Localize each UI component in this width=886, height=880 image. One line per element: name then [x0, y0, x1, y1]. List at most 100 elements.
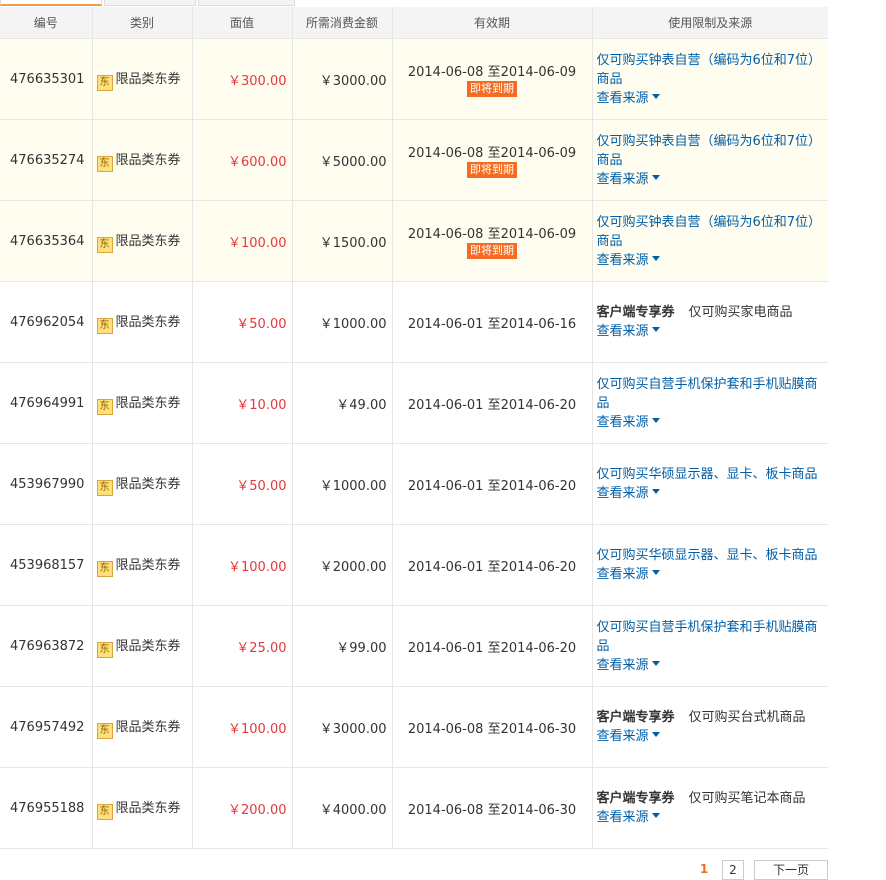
coupon-min-spend: ￥1500.00 [291, 200, 392, 282]
tab-2[interactable] [104, 0, 196, 6]
table-row: 476635301 东限品类东券 ￥300.00 ￥3000.00 2014-06-08… [0, 38, 828, 120]
header-validity: 有效期 [391, 7, 592, 39]
coupon-validity: 2014-06-01 至2014-06-20 [391, 605, 592, 687]
next-page-button[interactable]: 下一页 [754, 860, 828, 880]
coupon-type: 限品类东券 [115, 557, 181, 573]
table-row: 453968157 东限品类东券 ￥100.00 ￥2000.00 2014-06-01… [0, 524, 828, 606]
coupon-validity: 2014-06-08 至2014-06-30 [391, 767, 592, 849]
valid-start: 2014-06-08 [407, 65, 484, 80]
coupon-face-value: ￥100.00 [191, 524, 292, 606]
expiring-badge: 即将到期 [467, 162, 517, 178]
valid-end: 2014-06-16 [500, 316, 577, 332]
coupon-type-cell: 东限品类东券 [91, 767, 192, 849]
valid-start: 2014-06-01 [407, 559, 484, 575]
coupon-type-cell: 东限品类东券 [91, 38, 192, 120]
jd-coupon-icon: 东 [96, 317, 113, 334]
coupon-validity: 2014-06-01 至2014-06-16 [391, 281, 592, 363]
usage-limit-text: 仅可购买华硕显示器、显卡、板卡商品 [596, 548, 818, 563]
table-row: 476635364 东限品类东券 ￥100.00 ￥1500.00 2014-06-08… [0, 200, 828, 282]
coupon-type-cell: 东限品类东券 [91, 605, 192, 687]
coupon-min-spend: ￥49.00 [291, 362, 392, 444]
coupon-limit-cell: 仅可购买华硕显示器、显卡、板卡商品 查看来源 [591, 443, 828, 525]
chevron-down-icon [651, 417, 660, 423]
coupon-type-cell: 东限品类东券 [91, 200, 192, 282]
coupon-min-spend: ￥4000.00 [291, 767, 392, 849]
page-2-button[interactable]: 2 [722, 860, 744, 880]
jd-coupon-icon: 东 [96, 641, 113, 658]
coupon-limit-cell: 仅可购买钟表自营（编码为6位和7位）商品查看来源 [591, 119, 828, 201]
chevron-down-icon [651, 174, 660, 180]
valid-to: 至 [487, 721, 501, 737]
coupon-min-spend: ￥2000.00 [291, 524, 392, 606]
page-current[interactable]: 1 [696, 860, 712, 878]
valid-to: 至 [487, 478, 501, 494]
jd-coupon-icon: 东 [96, 722, 113, 739]
chevron-down-icon [651, 813, 660, 818]
valid-start: 2014-06-08 [407, 802, 484, 818]
view-source-link[interactable]: 查看来源 [597, 486, 660, 501]
valid-start: 2014-06-01 [407, 478, 484, 494]
usage-limit-text: 仅可购买钟表自营（编码为6位和7位）商品 [596, 133, 822, 168]
coupon-min-spend: ￥1000.00 [291, 281, 392, 363]
coupon-min-spend: ￥3000.00 [291, 38, 392, 120]
client-exclusive-label: 客户端专享券 [596, 305, 675, 320]
valid-end: 2014-06-09 [500, 227, 577, 242]
header-id: 编号 [0, 7, 92, 39]
client-exclusive-label: 客户端专享券 [596, 710, 675, 725]
chevron-down-icon [651, 732, 660, 737]
valid-start: 2014-06-08 [407, 721, 484, 737]
usage-limit-text: 仅可购买笔记本商品 [688, 791, 806, 806]
table-row: 476955188 东限品类东券 ￥200.00 ￥4000.00 2014-06-08… [0, 767, 828, 849]
view-source-label: 查看来源 [596, 90, 649, 106]
valid-start: 2014-06-08 [407, 146, 484, 161]
tab-3[interactable] [198, 0, 295, 6]
coupon-face-value: ￥200.00 [191, 767, 292, 849]
view-source-link[interactable]: 查看来源 [597, 810, 660, 825]
view-source-link[interactable]: 查看来源 [597, 567, 660, 582]
header-type: 类别 [91, 7, 192, 39]
usage-limit-text: 仅可购买自营手机保护套和手机贴膜商品 [596, 619, 818, 654]
coupon-min-spend: ￥1000.00 [291, 443, 392, 525]
coupon-face-value: ￥600.00 [191, 119, 292, 201]
table-header-row: 编号 类别 面值 所需消费金额 有效期 使用限制及来源 [0, 7, 828, 39]
valid-end: 2014-06-20 [500, 478, 577, 494]
view-source-link[interactable]: 查看来源 [597, 172, 660, 187]
coupon-validity: 2014-06-01 至2014-06-20 [391, 524, 592, 606]
view-source-label: 查看来源 [596, 171, 649, 187]
coupon-limit-cell: 仅可购买华硕显示器、显卡、板卡商品 查看来源 [591, 524, 828, 606]
view-source-label: 查看来源 [596, 729, 649, 744]
valid-start: 2014-06-01 [407, 640, 484, 656]
client-exclusive-label: 客户端专享券 [596, 791, 675, 806]
chevron-down-icon [651, 489, 660, 494]
coupon-validity: 2014-06-08 至2014-06-30 [391, 686, 592, 768]
view-source-link[interactable]: 查看来源 [597, 91, 660, 106]
table-row: 476962054 东限品类东券 ￥50.00 ￥1000.00 2014-06-01 … [0, 281, 828, 363]
coupon-limit-cell: 仅可购买钟表自营（编码为6位和7位）商品 查看来源 [591, 200, 828, 282]
valid-to: 至 [487, 802, 501, 818]
jd-coupon-icon: 东 [96, 236, 113, 253]
valid-to: 至 [487, 397, 501, 413]
coupon-type-cell: 东限品类东券 [91, 443, 192, 525]
valid-end: 2014-06-20 [500, 559, 577, 575]
table-row: 476963872 东限品类东券 ￥25.00 ￥99.00 2014-06-01 至2… [0, 605, 828, 687]
view-source-label: 查看来源 [596, 567, 649, 582]
usage-limit-text: 仅可购买台式机商品 [688, 710, 806, 725]
view-source-link[interactable]: 查看来源 [597, 324, 660, 339]
view-source-label: 查看来源 [596, 414, 649, 430]
view-source-link[interactable]: 查看来源 [597, 729, 660, 744]
coupon-type: 限品类东券 [115, 152, 181, 168]
coupon-validity: 2014-06-08 至2014-06-09 即将到期 [391, 200, 592, 282]
valid-to: 至 [487, 640, 501, 656]
coupon-type: 限品类东券 [115, 719, 181, 735]
view-source-link[interactable]: 查看来源 [597, 415, 660, 430]
coupon-id: 476964991 [0, 362, 92, 444]
tab-1[interactable] [0, 0, 102, 6]
usage-limit-text: 仅可购买自营手机保护套和手机贴膜商品 [596, 376, 818, 411]
usage-limit-text: 仅可购买华硕显示器、显卡、板卡商品 [596, 467, 818, 482]
view-source-link[interactable]: 查看来源 [597, 253, 660, 268]
view-source-link[interactable]: 查看来源 [597, 658, 660, 673]
coupon-type: 限品类东券 [115, 233, 181, 249]
jd-coupon-icon: 东 [96, 155, 113, 172]
valid-start: 2014-06-08 [407, 227, 484, 242]
expiring-badge: 即将到期 [467, 81, 517, 97]
